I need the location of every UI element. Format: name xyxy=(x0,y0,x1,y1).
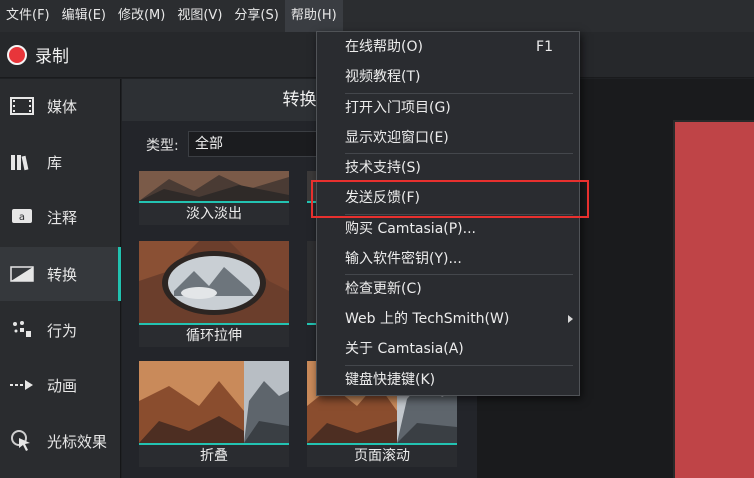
annotation-callout-icon: a xyxy=(9,204,35,230)
type-label: 类型: xyxy=(146,138,179,154)
menu-item-video-tutorials[interactable]: 视频教程(T) xyxy=(317,62,579,92)
library-books-icon xyxy=(9,149,35,175)
sidebar-item-label: 转换 xyxy=(47,265,78,284)
sidebar: 媒体 库 a 注释 转换 行为 动画 光标效果 xyxy=(0,79,121,478)
menu-item-open-getting-started[interactable]: 打开入门项目(G) xyxy=(317,93,579,123)
tile-label: 折叠 xyxy=(139,445,289,467)
transition-thumbnail xyxy=(139,171,289,201)
sidebar-item-library[interactable]: 库 xyxy=(0,135,121,189)
menu-item-label: 在线帮助(O) xyxy=(345,39,423,55)
menu-item-online-help[interactable]: 在线帮助(O) F1 xyxy=(317,32,579,62)
menu-edit[interactable]: 编辑(E) xyxy=(56,0,112,32)
menu-modify[interactable]: 修改(M) xyxy=(112,0,171,32)
menu-item-about[interactable]: 关于 Camtasia(A) xyxy=(317,334,579,364)
sidebar-item-label: 光标效果 xyxy=(47,432,108,451)
menu-item-enter-key[interactable]: 输入软件密钥(Y)... xyxy=(317,244,579,274)
menu-item-label: 关于 Camtasia(A) xyxy=(345,341,464,357)
tile-label: 页面滚动 xyxy=(307,445,457,467)
transition-tile-loop-stretch[interactable]: 循环拉伸 xyxy=(139,241,289,347)
tile-label: 循环拉伸 xyxy=(139,325,289,347)
transition-thumbnail xyxy=(139,361,289,443)
cursor-effect-icon xyxy=(9,428,35,454)
menu-view[interactable]: 视图(V) xyxy=(171,0,228,32)
menu-item-label: 检查更新(C) xyxy=(345,281,422,297)
transition-tile-fold[interactable]: 折叠 xyxy=(139,361,289,467)
menu-item-label: 显示欢迎窗口(E) xyxy=(345,130,449,146)
sidebar-item-transitions[interactable]: 转换 xyxy=(0,247,121,301)
menu-item-label: 输入软件密钥(Y)... xyxy=(345,251,462,267)
sidebar-item-cursor-effects[interactable]: 光标效果 xyxy=(0,414,121,468)
behavior-icon xyxy=(9,317,35,343)
menu-item-label: 键盘快捷键(K) xyxy=(345,372,436,388)
transition-thumbnail xyxy=(139,241,289,323)
film-icon xyxy=(9,93,35,119)
highlight-annotation-box xyxy=(311,180,589,218)
record-icon[interactable] xyxy=(7,44,27,65)
menu-item-label: 购买 Camtasia(P)... xyxy=(345,221,476,237)
sidebar-item-label: 注释 xyxy=(47,208,78,227)
transition-tile-fade[interactable]: 淡入淡出 xyxy=(139,171,289,225)
sidebar-item-animations[interactable]: 动画 xyxy=(0,358,121,412)
menu-item-keyboard-shortcuts[interactable]: 键盘快捷键(K) xyxy=(317,365,579,395)
sidebar-item-label: 媒体 xyxy=(47,97,78,116)
menu-share[interactable]: 分享(S) xyxy=(228,0,284,32)
sidebar-item-label: 行为 xyxy=(47,321,78,340)
svg-text:a: a xyxy=(19,212,25,223)
menu-item-check-updates[interactable]: 检查更新(C) xyxy=(317,274,579,304)
sidebar-item-annotations[interactable]: a 注释 xyxy=(0,190,121,244)
menu-item-techsmith-web[interactable]: Web 上的 TechSmith(W) xyxy=(317,304,579,334)
sidebar-item-label: 库 xyxy=(47,153,63,172)
menu-item-buy-camtasia[interactable]: 购买 Camtasia(P)... xyxy=(317,214,579,244)
sidebar-item-media[interactable]: 媒体 xyxy=(0,79,121,133)
menu-item-tech-support[interactable]: 技术支持(S) xyxy=(317,153,579,183)
tile-label: 淡入淡出 xyxy=(139,203,289,225)
record-button[interactable]: 录制 xyxy=(35,42,69,67)
menu-item-show-welcome[interactable]: 显示欢迎窗口(E) xyxy=(317,123,579,153)
animation-arrow-icon xyxy=(9,372,35,398)
menu-file[interactable]: 文件(F) xyxy=(0,0,56,32)
canvas-preview[interactable] xyxy=(673,120,754,478)
submenu-arrow-icon xyxy=(568,315,573,323)
menu-item-label: Web 上的 TechSmith(W) xyxy=(345,311,510,327)
menu-item-label: 视频教程(T) xyxy=(345,69,421,85)
menu-help[interactable]: 帮助(H) xyxy=(284,0,343,32)
transition-icon xyxy=(9,261,35,287)
menu-item-shortcut: F1 xyxy=(536,39,553,55)
menu-bar: 文件(F) 编辑(E) 修改(M) 视图(V) 分享(S) 帮助(H) xyxy=(0,0,754,32)
sidebar-item-behaviors[interactable]: 行为 xyxy=(0,303,121,357)
menu-item-label: 技术支持(S) xyxy=(345,160,421,176)
menu-item-label: 打开入门项目(G) xyxy=(345,100,451,116)
sidebar-item-label: 动画 xyxy=(47,376,78,395)
